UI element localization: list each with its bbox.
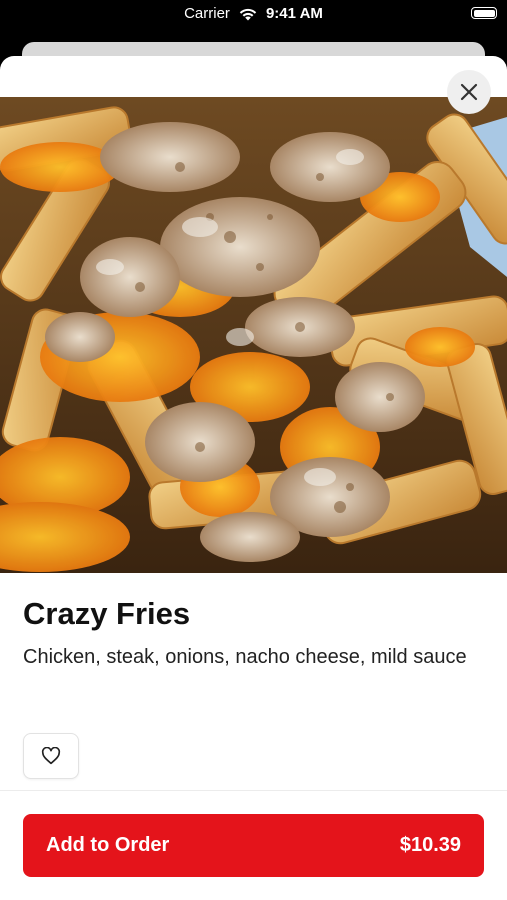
item-price: $10.39 [399,834,461,856]
item-detail-sheet: Crazy Fries Chicken, steak, onions, nach… [0,56,507,900]
status-time: 9:41 AM [265,5,323,22]
item-image [0,97,507,573]
heart-icon [41,747,61,765]
app-screen: Carrier 9:41 AM Crazy Fries Chicken, ste… [0,0,507,900]
status-bar: Carrier 9:41 AM [0,0,507,32]
battery-icon [471,7,497,19]
favorite-button[interactable] [23,733,79,779]
item-title: Crazy Fries [23,596,191,631]
loaded-fries-photo [0,97,507,573]
add-to-order-label: Add to Order [46,834,170,856]
add-to-order-button[interactable]: Add to Order $10.39 [23,814,484,877]
item-description: Chicken, steak, onions, nacho cheese, mi… [23,646,467,668]
footer-divider [0,790,507,791]
wifi-icon [239,8,257,20]
close-icon [460,83,478,101]
close-button[interactable] [447,70,491,114]
carrier-label: Carrier [184,5,230,22]
